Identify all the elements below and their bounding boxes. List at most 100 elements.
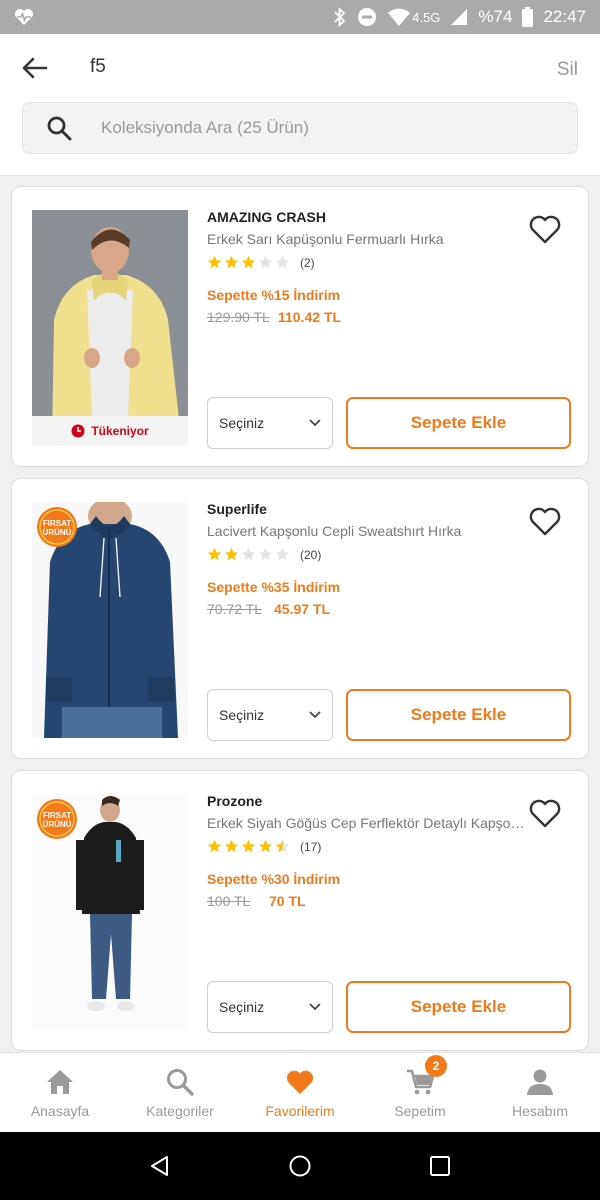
rating-stars: (17)	[207, 839, 321, 854]
star-icon	[258, 255, 273, 269]
nav-label: Anasayfa	[30, 1102, 90, 1119]
product-list: Tükeniyor AMAZING CRASH Erkek Sarı Kapüş…	[0, 186, 600, 1052]
clock-icon	[71, 424, 85, 438]
home-icon	[47, 1069, 73, 1094]
favorite-heart-icon[interactable]	[528, 797, 562, 829]
chevron-down-icon	[309, 711, 321, 719]
rating-count: (2)	[300, 255, 315, 270]
product-name[interactable]: Erkek Sarı Kapüşonlu Fermuarlı Hırka	[207, 231, 525, 247]
battery-percent: %74	[478, 7, 513, 26]
product-card[interactable]: Tükeniyor AMAZING CRASH Erkek Sarı Kapüş…	[11, 186, 589, 467]
status-bar: 4.5G %74 22:47	[0, 0, 600, 34]
product-image[interactable]: FIRSAT ÜRÜNÜ	[32, 502, 188, 738]
size-select-label: Seçiniz	[219, 999, 265, 1015]
nav-categories[interactable]: Kategoriler	[120, 1053, 240, 1132]
size-select[interactable]: Seçiniz	[207, 981, 333, 1033]
star-icon	[207, 255, 222, 269]
size-select-label: Seçiniz	[219, 707, 265, 723]
cart-count-badge: 2	[425, 1055, 447, 1077]
star-icon	[241, 839, 256, 853]
star-icon	[241, 547, 256, 561]
user-icon	[527, 1069, 553, 1095]
star-icon	[224, 547, 239, 561]
search-icon	[47, 116, 72, 141]
do-not-disturb-icon	[358, 8, 377, 26]
home-circle-icon[interactable]	[288, 1154, 312, 1178]
add-to-cart-button[interactable]: Sepete Ekle	[346, 981, 571, 1033]
badge-text: FIRSAT	[43, 519, 71, 528]
battery-icon	[522, 7, 534, 27]
chevron-down-icon	[309, 1003, 321, 1011]
back-arrow-icon[interactable]	[18, 52, 50, 84]
new-price: 45.97 TL	[274, 601, 331, 617]
product-card[interactable]: FIRSAT ÜRÜNÜ Superlife Lacivert Kapşonlu…	[11, 478, 589, 759]
nav-label: Sepetim	[394, 1102, 446, 1119]
nav-label: Kategoriler	[146, 1102, 214, 1119]
star-icon	[241, 255, 256, 269]
recents-square-icon[interactable]	[428, 1154, 452, 1178]
new-price: 70 TL	[269, 893, 306, 909]
back-triangle-icon[interactable]	[148, 1154, 172, 1178]
favorite-heart-icon[interactable]	[528, 505, 562, 537]
search-query: f5	[90, 56, 106, 77]
clear-button[interactable]: Sil	[557, 59, 578, 81]
add-to-cart-button[interactable]: Sepete Ekle	[346, 397, 571, 449]
heart-icon	[286, 1070, 314, 1094]
bluetooth-icon	[334, 7, 346, 27]
stock-warning: Tükeniyor	[32, 416, 188, 446]
star-icon	[275, 547, 290, 561]
opportunity-badge: FIRSAT ÜRÜNÜ	[37, 799, 77, 839]
product-name[interactable]: Erkek Siyah Göğüs Cep Ferflektör Detaylı…	[207, 815, 525, 831]
old-price: 70.72 TL	[207, 601, 263, 617]
clock: 22:47	[543, 7, 586, 26]
star-icon	[258, 839, 273, 853]
nav-favorites[interactable]: Favorilerim	[240, 1053, 360, 1132]
star-icon	[258, 547, 273, 561]
size-select[interactable]: Seçiniz	[207, 397, 333, 449]
brand-name: Prozone	[207, 793, 263, 809]
size-select[interactable]: Seçiniz	[207, 689, 333, 741]
nav-cart[interactable]: Sepetim 2	[360, 1053, 480, 1132]
network-type: 4.5G	[412, 9, 441, 25]
wifi-icon	[388, 8, 411, 26]
badge-text: FIRSAT	[43, 811, 71, 820]
rating-count: (17)	[300, 839, 322, 854]
yellow-hoodie-image	[32, 210, 188, 446]
android-navigation-bar	[0, 1132, 600, 1200]
star-icon	[275, 839, 290, 853]
add-to-cart-button[interactable]: Sepete Ekle	[346, 689, 571, 741]
discount-text: Sepette %35 İndirim	[207, 579, 341, 595]
search-input[interactable]	[101, 118, 521, 138]
bottom-navigation: Anasayfa Kategoriler Favorilerim Sepetim…	[0, 1052, 600, 1132]
nav-label: Hesabım	[511, 1102, 569, 1119]
badge-text: ÜRÜNÜ	[43, 528, 72, 537]
rating-stars: (20)	[207, 547, 321, 562]
size-select-label: Seçiniz	[219, 415, 265, 431]
old-price: 129.90 TL	[207, 309, 270, 325]
rating-count: (20)	[300, 547, 322, 562]
chevron-down-icon	[309, 419, 321, 427]
brand-name: Superlife	[207, 501, 267, 517]
discount-text: Sepette %15 İndirim	[207, 287, 341, 303]
app-header: f5 Sil	[0, 34, 600, 176]
star-icon	[207, 839, 222, 853]
favorite-heart-icon[interactable]	[528, 213, 562, 245]
new-price: 110.42 TL	[278, 309, 342, 325]
product-image[interactable]: FIRSAT ÜRÜNÜ	[32, 794, 188, 1030]
heart-rate-icon	[15, 9, 33, 25]
star-icon	[224, 255, 239, 269]
product-card[interactable]: FIRSAT ÜRÜNÜ Prozone Erkek Siyah Göğüs C…	[11, 770, 589, 1051]
collection-search-bar[interactable]	[22, 102, 578, 154]
stock-label: Tükeniyor	[91, 424, 149, 438]
product-image[interactable]: Tükeniyor	[32, 210, 188, 446]
nav-account[interactable]: Hesabım	[480, 1053, 600, 1132]
signal-icon	[451, 9, 468, 25]
rating-stars: (2)	[207, 255, 315, 270]
product-name[interactable]: Lacivert Kapşonlu Cepli Sweatshırt Hırka	[207, 523, 525, 539]
star-icon	[207, 547, 222, 561]
opportunity-badge: FIRSAT ÜRÜNÜ	[37, 507, 77, 547]
nav-home[interactable]: Anasayfa	[0, 1053, 120, 1132]
discount-text: Sepette %30 İndirim	[207, 871, 341, 887]
old-price: 100 TL	[207, 893, 251, 909]
badge-text: ÜRÜNÜ	[43, 820, 72, 829]
